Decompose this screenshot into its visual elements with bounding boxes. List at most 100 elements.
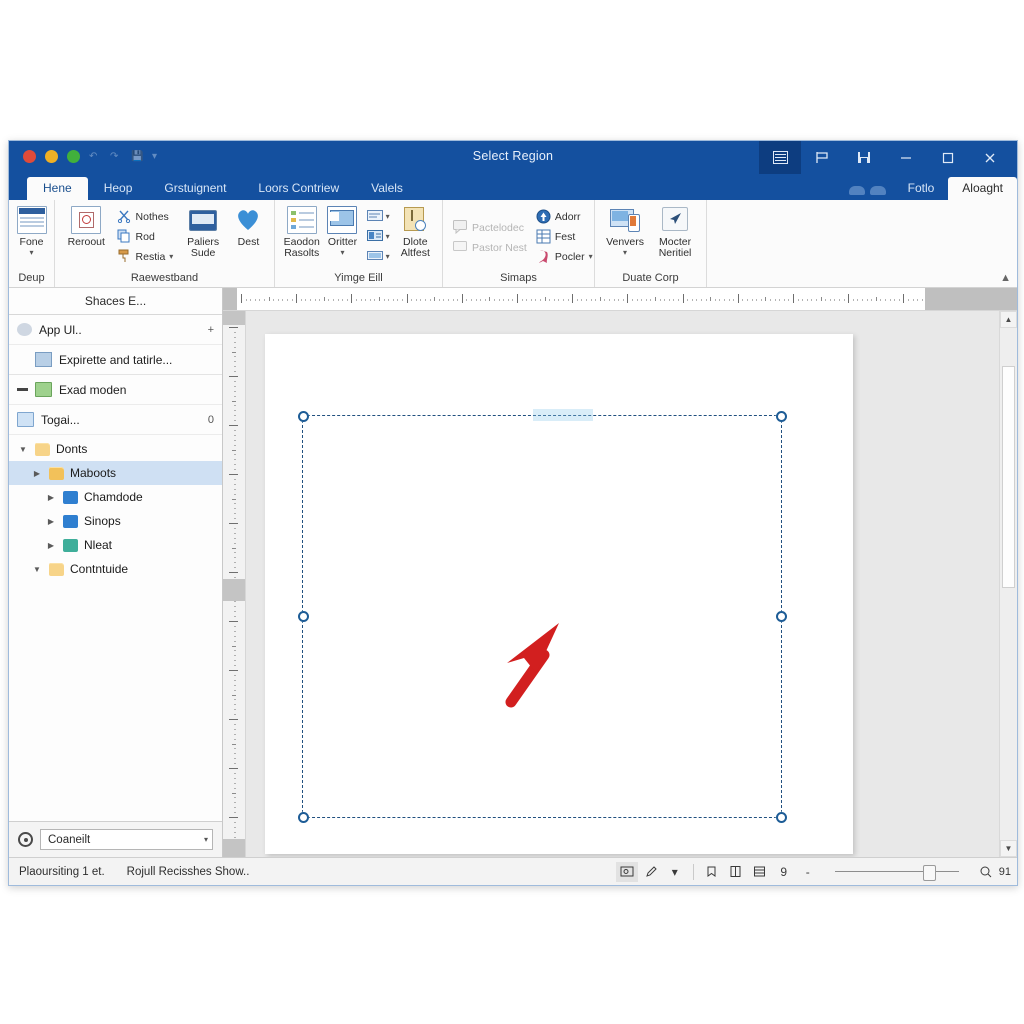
cloud-alt-icon (869, 186, 886, 195)
ribbon-menu-icon[interactable] (759, 141, 801, 174)
tree-node-sinops[interactable]: ▶ Sinops (9, 509, 222, 533)
folder-open-icon (35, 442, 50, 456)
ribbon-group-deup: Fone ▾ Deup (9, 200, 55, 287)
drawer-icon (17, 412, 34, 427)
ribbon-button-adorr[interactable]: Adorr (533, 207, 596, 226)
table-icon (536, 229, 551, 244)
restore-icon[interactable] (843, 141, 885, 174)
vertical-ruler[interactable] (223, 311, 246, 857)
handle-middle-right[interactable] (775, 611, 787, 622)
close-icon[interactable] (969, 141, 1011, 174)
panel-row-exad-moden[interactable]: Exad moden (9, 375, 222, 405)
chevron-down-icon[interactable]: ▾ (386, 252, 390, 261)
chevron-down-icon[interactable]: ▾ (204, 835, 208, 844)
chevron-up-icon[interactable]: ▲ (1000, 272, 1011, 284)
chevron-down-icon[interactable]: ▾ (169, 252, 173, 261)
selection-region[interactable] (297, 409, 787, 823)
ribbon-button-reroout[interactable]: Reroout (62, 204, 111, 248)
pen-view-icon[interactable] (640, 862, 662, 882)
ribbon-tab-strip: Hene Heop Grstuignent Loors Contriew Val… (9, 174, 1017, 200)
tree-node-chamdode[interactable]: ▶ Chamdode (9, 485, 222, 509)
tree-node-nleat[interactable]: ▶ Nleat (9, 533, 222, 557)
chevron-down-icon[interactable]: ▼ (31, 565, 43, 574)
chevron-down-icon[interactable]: ▾ (340, 248, 344, 257)
document-page[interactable] (265, 334, 853, 854)
zoom-slider-knob[interactable] (922, 864, 936, 881)
ribbon-button-oritter[interactable]: Oritter ▾ (324, 204, 360, 257)
chevron-right-icon[interactable]: ▶ (45, 541, 57, 550)
tab-grstuignent[interactable]: Grstuignent (148, 177, 242, 200)
horizontal-ruler-track[interactable] (237, 288, 925, 310)
ribbon-button-fest[interactable]: Fest (533, 227, 596, 246)
scroll-track[interactable] (1000, 328, 1017, 840)
tab-fotlo[interactable]: Fotlo (894, 177, 949, 200)
handle-bottom-left[interactable] (297, 811, 309, 823)
zoom-in-button[interactable] (975, 862, 997, 882)
handle-top-right[interactable] (775, 410, 787, 422)
number-icon[interactable]: 9 (773, 862, 795, 882)
chevron-down-icon[interactable]: ▾ (623, 248, 627, 257)
drag-handle-icon[interactable] (17, 388, 28, 391)
chevron-down-icon[interactable]: ▾ (386, 212, 390, 221)
zoom-slider[interactable] (827, 862, 967, 882)
tab-loors-contriew[interactable]: Loors Contriew (242, 177, 355, 200)
chevron-down-icon[interactable]: ▾ (29, 248, 33, 257)
ribbon-button-nothes[interactable]: Nothes (114, 207, 177, 226)
ribbon-button-mocter-neritiel[interactable]: Mocter Neritiel (651, 204, 699, 259)
tree-node-donts[interactable]: ▼ Donts (9, 437, 222, 461)
zoom-out-button[interactable]: - (797, 862, 819, 882)
vertical-scrollbar[interactable]: ▲ ▼ (999, 311, 1017, 857)
chevron-down-icon[interactable]: ▼ (17, 445, 29, 454)
chevron-down-icon[interactable]: ▾ (386, 232, 390, 241)
ribbon-button-shape-a[interactable]: ▾ (364, 207, 393, 226)
chevron-right-icon[interactable]: ▶ (45, 517, 57, 526)
chevron-right-icon[interactable]: ▶ (31, 469, 43, 478)
tree-node-contntuide[interactable]: ▼ Contntuide (9, 557, 222, 581)
maximize-icon[interactable] (927, 141, 969, 174)
panel-row-app-ul[interactable]: App Ul.. + (9, 315, 222, 345)
ribbon-button-dlote-altfest[interactable]: Dlote Altfest (396, 204, 435, 259)
ribbon-label-dlote-altfest: Dlote Altfest (400, 236, 430, 259)
note-icon[interactable] (701, 862, 723, 882)
chevron-down-icon[interactable]: ▾ (589, 252, 593, 261)
ribbon-button-pactelodec[interactable]: Pactelodec (450, 218, 530, 237)
ribbon-button-pocler[interactable]: Pocler ▾ (533, 247, 596, 266)
scroll-thumb[interactable] (1002, 366, 1015, 588)
add-icon[interactable]: + (208, 324, 214, 336)
combo-box-coaneilt[interactable]: Coaneilt ▾ (40, 829, 213, 850)
ribbon-button-venvers[interactable]: Venvers ▾ (602, 204, 648, 257)
ribbon-button-paliers-sude[interactable]: Paliers Sude (179, 204, 227, 259)
ribbon-button-restia[interactable]: Restia ▾ (114, 247, 177, 266)
panel-row-togai[interactable]: Togai... 0 (9, 405, 222, 435)
handle-bottom-right[interactable] (775, 811, 787, 823)
canvas-scroll-region[interactable] (246, 311, 999, 857)
ribbon-label-reroout: Reroout (67, 236, 105, 248)
tab-valels[interactable]: Valels (355, 177, 419, 200)
ribbon-button-eaodon-rasolts[interactable]: Eaodon Rasolts (282, 204, 321, 259)
panel-row-expirette[interactable]: Expirette and tatirle... (9, 345, 222, 375)
normal-view-icon[interactable] (615, 861, 638, 882)
handle-top-left[interactable] (297, 410, 309, 422)
ribbon-button-fone[interactable]: Fone ▾ (16, 204, 47, 257)
tab-heop[interactable]: Heop (88, 177, 149, 200)
book-icon[interactable] (725, 862, 747, 882)
scroll-up-button[interactable]: ▲ (1000, 311, 1017, 328)
chevron-down-icon[interactable]: ▾ (664, 862, 686, 882)
gear-icon[interactable] (18, 832, 33, 847)
ribbon-button-shape-c[interactable]: ▾ (364, 247, 393, 266)
tab-hene[interactable]: Hene (27, 177, 88, 200)
handle-middle-left[interactable] (297, 611, 309, 622)
chevron-right-icon[interactable]: ▶ (45, 493, 57, 502)
layout-icon[interactable] (749, 862, 771, 882)
horizontal-ruler[interactable] (223, 288, 1017, 311)
flag-icon[interactable] (801, 141, 843, 174)
ribbon-button-rod[interactable]: Rod (114, 227, 177, 246)
ribbon-button-shape-b[interactable]: ▾ (364, 227, 393, 246)
zoom-slider-track (834, 871, 959, 872)
ribbon-button-dest[interactable]: Dest (230, 204, 267, 248)
tree-node-maboots[interactable]: ▶ Maboots (9, 461, 222, 485)
ribbon-button-pastor-nest[interactable]: Pastor Nest (450, 238, 530, 257)
minimize-icon[interactable] (885, 141, 927, 174)
scroll-down-button[interactable]: ▼ (1000, 840, 1017, 857)
tab-aloaght[interactable]: Aloaght (948, 177, 1017, 200)
